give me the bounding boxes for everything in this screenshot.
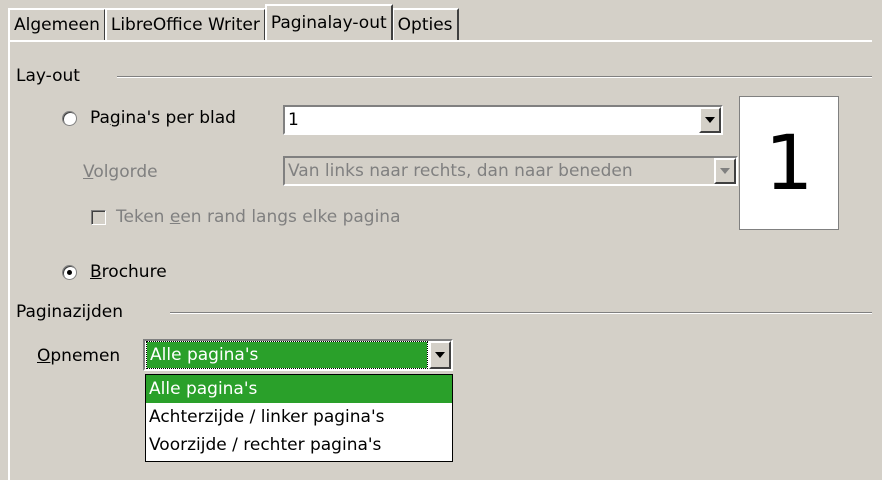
tab-label: LibreOffice Writer (110, 15, 260, 35)
label-text: olgorde (93, 162, 158, 182)
layout-separator (117, 76, 872, 78)
order-value: Van links naar rechts, dan naar beneden (288, 161, 633, 181)
pages-per-sheet-dropdown-button[interactable] (699, 107, 721, 133)
label-mnemonic: e (169, 207, 181, 227)
label-text: en rand langs elke pagina (180, 207, 401, 227)
include-label: Opnemen (37, 346, 120, 366)
draw-border-label: Teken een rand langs elke pagina (116, 207, 401, 227)
label-text: Pa (90, 108, 110, 128)
pages-per-sheet-select[interactable]: 1 (283, 105, 723, 135)
order-dropdown-button[interactable] (714, 158, 736, 184)
chevron-down-icon (720, 168, 730, 174)
pages-per-sheet-value: 1 (288, 110, 299, 130)
tab-paginalay-out[interactable]: Paginalay-out (264, 4, 393, 40)
label-mnemonic: O (37, 346, 51, 366)
label-text: rochure (101, 262, 167, 282)
preview-number: 1 (764, 118, 814, 207)
page-sides-group-title: Paginazijden (16, 302, 124, 322)
pages-per-sheet-radio[interactable] (62, 111, 77, 126)
label-text: ina's per blad (120, 108, 236, 128)
tab-algemeen[interactable]: Algemeen (8, 8, 106, 40)
brochure-radio[interactable] (62, 265, 77, 280)
tab-label: Paginalay-out (270, 13, 387, 33)
order-select[interactable]: Van links naar rechts, dan naar beneden (283, 156, 738, 186)
brochure-label: Brochure (90, 262, 167, 282)
include-select[interactable]: Alle pagina's (143, 339, 453, 371)
include-options-list: Alle pagina's Achterzijde / linker pagin… (145, 374, 453, 462)
include-value: Alle pagina's (146, 341, 428, 369)
draw-border-checkbox[interactable] (91, 210, 106, 225)
list-item[interactable]: Achterzijde / linker pagina's (146, 403, 452, 431)
tab-libreoffice-writer[interactable]: LibreOffice Writer (104, 8, 266, 40)
label-mnemonic: g (109, 108, 121, 128)
list-item[interactable]: Alle pagina's (146, 375, 452, 403)
label-text: pnemen (50, 346, 121, 366)
label-text: Teken (116, 207, 170, 227)
radio-selected-dot (67, 270, 72, 275)
chevron-down-icon (435, 352, 445, 358)
label-mnemonic: B (90, 262, 102, 282)
tab-label: Algemeen (14, 15, 100, 35)
list-item[interactable]: Voorzijde / rechter pagina's (146, 431, 452, 459)
order-label: Volgorde (83, 162, 158, 182)
chevron-down-icon (705, 117, 715, 123)
pages-per-sheet-label: Pagina's per blad (90, 108, 236, 128)
tab-label: Opties (397, 15, 453, 35)
tab-bar: Algemeen LibreOffice Writer Paginalay-ou… (8, 4, 459, 40)
label-mnemonic: V (83, 162, 94, 182)
tab-opties[interactable]: Opties (391, 8, 459, 40)
layout-preview: 1 (739, 96, 839, 230)
include-dropdown-button[interactable] (429, 341, 451, 369)
page-sides-separator (170, 312, 872, 314)
layout-group-title: Lay-out (16, 66, 80, 86)
